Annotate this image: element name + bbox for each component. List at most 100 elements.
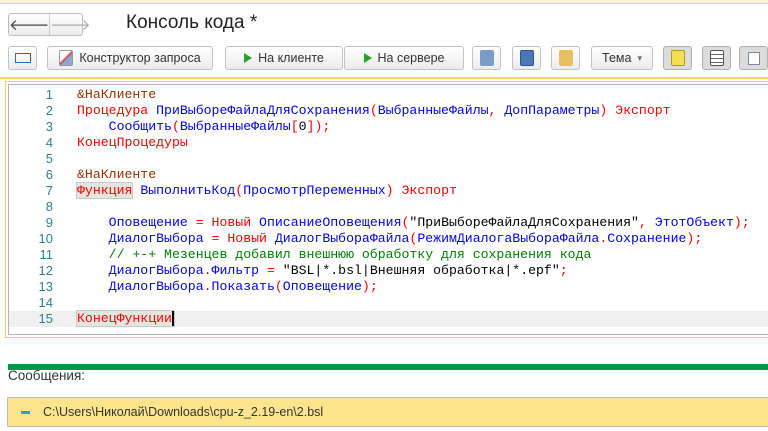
run-on-client-label: На клиенте [258, 51, 324, 65]
text-cursor-button[interactable] [8, 46, 37, 70]
code-line[interactable]: 3 Сообщить(ВыбранныеФайлы[0]); [9, 119, 768, 135]
theme-dropdown[interactable]: Тема ▾ [591, 46, 653, 70]
code-editor[interactable]: 1 &НаКлиенте 2 Процедура ПриВыбореФайлаДляС… [5, 81, 768, 338]
compass-icon [670, 50, 685, 66]
code-token: ; [559, 263, 568, 278]
code-token: Оповещение [77, 215, 188, 230]
top-border [0, 0, 768, 4]
line-number: 1 [45, 87, 53, 102]
code-text: ДиалогВыбора.Фильтр = "BSL|*.bsl|Внешняя… [77, 263, 568, 279]
code-token: ) [385, 183, 402, 198]
run-on-server-label: На сервере [377, 51, 445, 65]
code-token: ДиалогВыбора [77, 279, 204, 294]
code-token: РежимДиалогаВыбораФайла [417, 231, 600, 246]
code-token: = [187, 215, 212, 230]
code-token: [ [290, 119, 299, 134]
code-token: Фильтр [211, 263, 260, 278]
save-button[interactable] [512, 46, 541, 70]
code-line[interactable]: 1 &НаКлиенте [9, 87, 768, 103]
code-token: ДиалогВыбора [77, 231, 204, 246]
code-token: Сохранение [607, 231, 687, 246]
code-line[interactable]: 7 Функция ВыполнитьКод(ПросмотрПеременных… [9, 182, 768, 199]
line-number: 5 [45, 151, 53, 166]
line-number: 8 [45, 199, 53, 214]
highlight-toggle[interactable] [663, 46, 692, 70]
play-icon [244, 53, 253, 63]
code-token: "ПриВыбореФайлаДляСохранения" [409, 215, 639, 230]
code-line[interactable]: 5 [9, 151, 768, 167]
code-token: ЭтотОбъект [654, 215, 734, 230]
code-token: ); [686, 231, 703, 246]
code-text: КонецПроцедуры [77, 135, 188, 151]
toolbar: Конструктор запроса На клиенте На сервер… [8, 46, 768, 72]
code-line[interactable]: 15 КонецФункции [9, 310, 768, 327]
code-line[interactable]: 13 ДиалогВыбора.Показать(Оповещение); [9, 279, 768, 295]
query-wand-icon [59, 50, 74, 66]
table-edit-toggle[interactable] [702, 46, 731, 70]
code-text: &НаКлиенте [77, 167, 156, 183]
code-text: КонецФункции [76, 310, 175, 327]
code-area[interactable]: 1 &НаКлиенте 2 Процедура ПриВыбореФайлаДляС… [8, 84, 768, 335]
run-on-server-button[interactable]: На сервере [344, 46, 464, 70]
back-button[interactable]: 🡐 [9, 14, 49, 35]
code-line[interactable]: 2 Процедура ПриВыбореФайлаДляСохранения(В… [9, 103, 768, 119]
code-token: ОписаниеОповещения [251, 215, 402, 230]
code-token: = [259, 263, 283, 278]
settings-doc-button[interactable] [472, 46, 501, 70]
code-line[interactable]: 11 // +-+ Мезенцев добавил внешнюю обраб… [9, 247, 768, 263]
panel-toggle[interactable] [739, 46, 768, 70]
code-token: ]); [306, 119, 331, 134]
code-token: Новый [211, 215, 252, 230]
code-line[interactable]: 10 ДиалогВыбора = Новый ДиалогВыбораФайл… [9, 231, 768, 247]
messages-label: Сообщения: [8, 368, 86, 383]
text-cursor-icon [14, 53, 31, 63]
line-number: 2 [45, 103, 53, 118]
code-text: Сообщить(ВыбранныеФайлы[0]); [77, 119, 331, 135]
folder-gear-icon [558, 50, 573, 66]
line-number: 10 [38, 231, 53, 246]
code-line[interactable]: 4 КонецПроцедуры [9, 135, 768, 151]
run-on-client-button[interactable]: На клиенте [225, 46, 343, 70]
line-number: 13 [38, 279, 53, 294]
code-token: КонецФункции [76, 310, 175, 327]
code-text: Процедура ПриВыбореФайлаДляСохранения(Вы… [77, 103, 671, 119]
code-token: . [203, 279, 212, 294]
navigation-buttons: 🡐 🡒 [8, 13, 90, 36]
code-line[interactable]: 9 Оповещение = Новый ОписаниеОповещения(… [9, 215, 768, 231]
code-text: Функция ВыполнитьКод(ПросмотрПеременных)… [75, 182, 457, 199]
table-pencil-icon [709, 50, 724, 66]
code-token: . [203, 263, 212, 278]
code-line[interactable]: 14 [9, 295, 768, 311]
line-number: 4 [45, 135, 53, 150]
code-token: ДиалогВыбора [77, 263, 204, 278]
code-token: ДиалогВыбораФайла [266, 231, 410, 246]
code-token: , [638, 215, 655, 230]
code-line[interactable]: 8 [9, 199, 768, 215]
folder-settings-button[interactable] [551, 46, 580, 70]
message-item[interactable]: C:\Users\Николай\Downloads\cpu-z_2.19-en… [7, 397, 768, 427]
code-token: ( [369, 103, 378, 118]
code-line[interactable]: 6 &НаКлиенте [9, 167, 768, 183]
document-gear-icon [479, 50, 494, 66]
code-text: // +-+ Мезенцев добавил внешнюю обработк… [77, 247, 592, 263]
code-token: Сообщить [77, 119, 172, 134]
code-token: // +-+ Мезенцев добавил внешнюю обработк… [77, 247, 592, 262]
code-token: ); [361, 279, 378, 294]
code-token: "BSL|*.bsl|Внешняя обработка|*.epf" [282, 263, 560, 278]
code-token: &НаКлиенте [77, 167, 157, 182]
forward-button[interactable]: 🡒 [49, 14, 90, 35]
code-token: ) [599, 103, 616, 118]
line-number: 11 [39, 247, 54, 262]
code-line[interactable]: 12 ДиалогВыбора.Фильтр = "BSL|*.bsl|Внеш… [9, 263, 768, 279]
query-builder-button[interactable]: Конструктор запроса [47, 46, 213, 70]
code-token: Показать [211, 279, 275, 294]
code-token: Функция [75, 182, 134, 199]
section-divider [8, 364, 768, 370]
code-token: &НаКлиенте [77, 87, 157, 102]
save-icon [519, 50, 534, 66]
code-token: Экспорт [401, 183, 457, 198]
divider [0, 77, 768, 79]
code-token: ПросмотрПеременных [243, 183, 386, 198]
code-token: ( [274, 279, 283, 294]
line-number: 12 [38, 263, 53, 278]
